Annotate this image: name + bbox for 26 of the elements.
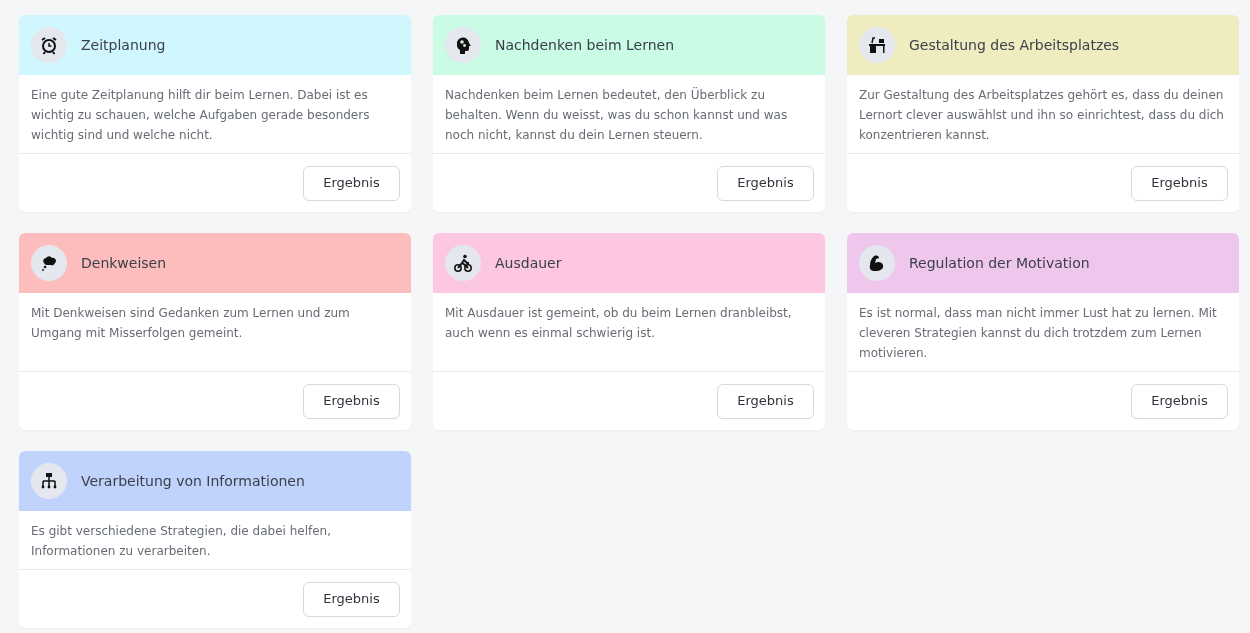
card-title: Regulation der Motivation: [909, 253, 1090, 273]
card-title: Ausdauer: [495, 253, 562, 273]
result-button[interactable]: Ergebnis: [303, 383, 400, 419]
card-title: Denkweisen: [81, 253, 167, 273]
card-description: Nachdenken beim Lernen bedeutet, den Überblick zu behalten. Wenn du weisst, was du schon kannst und was noch nicht, kannst du dein Lernen steuern.: [433, 75, 825, 154]
result-button[interactable]: Ergebnis: [717, 383, 814, 419]
card-description: Eine gute Zeitplanung hilft dir beim Lernen. Dabei ist es wichtig zu schauen, welche Aufgaben gerade besonders wichtig sind und welche nicht.: [19, 75, 411, 154]
card-title: Zeitplanung: [81, 35, 166, 55]
cyclist-icon: [453, 253, 473, 273]
card-description: Zur Gestaltung des Arbeitsplatzes gehört es, dass du deinen Lernort clever auswählst und ihn so einrichtest, dass du dich konzentrieren kannst.: [847, 75, 1239, 154]
card-description: Es gibt verschiedene Strategien, die dabei helfen, Informationen zu verarbeiten.: [19, 511, 411, 570]
card-description: Mit Ausdauer ist gemeint, ob du beim Lernen dranbleibst, auch wenn es einmal schwierig ist.: [433, 293, 825, 372]
result-button[interactable]: Ergebnis: [717, 165, 814, 201]
result-button[interactable]: Ergebnis: [303, 165, 400, 201]
card-title: Gestaltung des Arbeitsplatzes: [909, 35, 1120, 55]
card-title: Verarbeitung von Informationen: [81, 471, 305, 491]
result-button[interactable]: Ergebnis: [1131, 165, 1228, 201]
result-button[interactable]: Ergebnis: [1131, 383, 1228, 419]
card-description: Mit Denkweisen sind Gedanken zum Lernen und zum Umgang mit Misserfolgen gemeint.: [19, 293, 411, 372]
card-title: Nachdenken beim Lernen: [495, 35, 675, 55]
thought-cloud-icon: [39, 253, 59, 273]
card-description: Es ist normal, dass man nicht immer Lust hat zu lernen. Mit cleveren Strategien kannst du dich trotzdem zum Lernen motivieren.: [847, 293, 1239, 372]
result-button[interactable]: Ergebnis: [303, 581, 400, 617]
hierarchy-icon: [39, 471, 59, 491]
desk-icon: [867, 35, 887, 55]
alarm-clock-icon: [39, 35, 59, 55]
